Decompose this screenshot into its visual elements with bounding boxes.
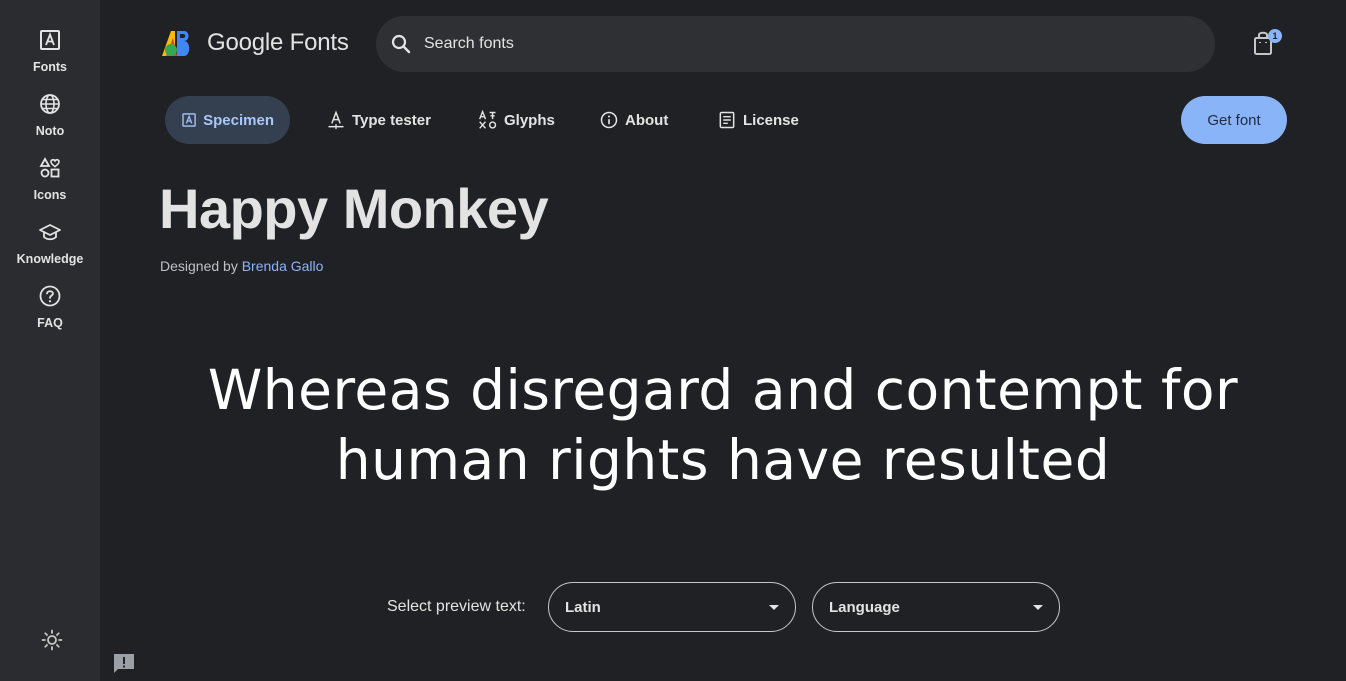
tab-type-tester[interactable]: Type tester <box>310 96 447 144</box>
rail-item-label: Knowledge <box>16 252 84 266</box>
search-bar[interactable]: Search fonts <box>376 16 1215 72</box>
info-icon <box>600 111 618 129</box>
search-icon <box>391 34 411 54</box>
language-select-value: Language <box>829 598 900 616</box>
rail-item-label: FAQ <box>37 316 63 330</box>
designed-by-label: Designed by <box>160 258 238 274</box>
tab-about[interactable]: About <box>583 96 684 144</box>
tab-license[interactable]: License <box>701 96 815 144</box>
google-fonts-logo[interactable]: Google Fonts <box>161 28 349 58</box>
help-icon <box>39 285 61 307</box>
designer-link[interactable]: Brenda Gallo <box>242 258 324 274</box>
brightness-icon[interactable] <box>40 628 64 652</box>
script-select-value: Latin <box>565 598 601 616</box>
dropdown-arrow-icon <box>769 605 779 610</box>
glyphs-icon <box>479 110 497 129</box>
language-select[interactable]: Language <box>812 582 1060 632</box>
cart-count-badge: 1 <box>1268 29 1282 43</box>
font-preview-text[interactable]: Whereas disregard and contempt for human… <box>110 355 1336 495</box>
font-icon <box>182 113 196 127</box>
feedback-icon[interactable] <box>112 652 136 676</box>
tab-specimen[interactable]: Specimen <box>165 96 290 144</box>
globe-icon <box>40 94 60 114</box>
tab-label: Glyphs <box>504 111 555 129</box>
tab-glyphs[interactable]: Glyphs <box>462 96 571 144</box>
tab-label: About <box>625 111 669 129</box>
rail-item-label: Fonts <box>32 60 68 74</box>
shapes-icon <box>39 157 60 178</box>
dropdown-arrow-icon <box>1033 605 1043 610</box>
designer-line: Designed by Brenda Gallo <box>160 258 323 274</box>
search-input[interactable]: Search fonts <box>424 35 514 53</box>
rail-item-noto[interactable]: Noto <box>0 76 100 138</box>
preview-line: Whereas disregard and contempt for <box>207 358 1239 422</box>
logo-text: Google Fonts <box>207 29 349 56</box>
preview-line: human rights have resulted <box>335 428 1111 492</box>
preview-select-label: Select preview text: <box>387 598 526 615</box>
nav-rail: Fonts Noto Icons Knowledge FAQ <box>0 0 100 681</box>
tab-label: Specimen <box>203 111 274 129</box>
school-icon <box>39 224 61 241</box>
tab-label: Type tester <box>352 111 431 129</box>
rail-item-icons[interactable]: Icons <box>0 140 100 202</box>
get-font-button[interactable]: Get font <box>1181 96 1287 144</box>
type-tester-icon <box>328 110 344 130</box>
font-family-title: Happy Monkey <box>159 177 549 240</box>
tab-label: License <box>743 111 799 129</box>
rail-item-fonts[interactable]: Fonts <box>0 12 100 74</box>
rail-item-label: Noto <box>35 124 65 138</box>
rail-item-knowledge[interactable]: Knowledge <box>0 204 100 266</box>
script-select[interactable]: Latin <box>548 582 796 632</box>
rail-item-faq[interactable]: FAQ <box>0 268 100 330</box>
license-icon <box>719 111 735 129</box>
font-icon <box>40 30 60 50</box>
google-fonts-logo-icon <box>162 31 190 56</box>
rail-item-label: Icons <box>33 188 67 202</box>
